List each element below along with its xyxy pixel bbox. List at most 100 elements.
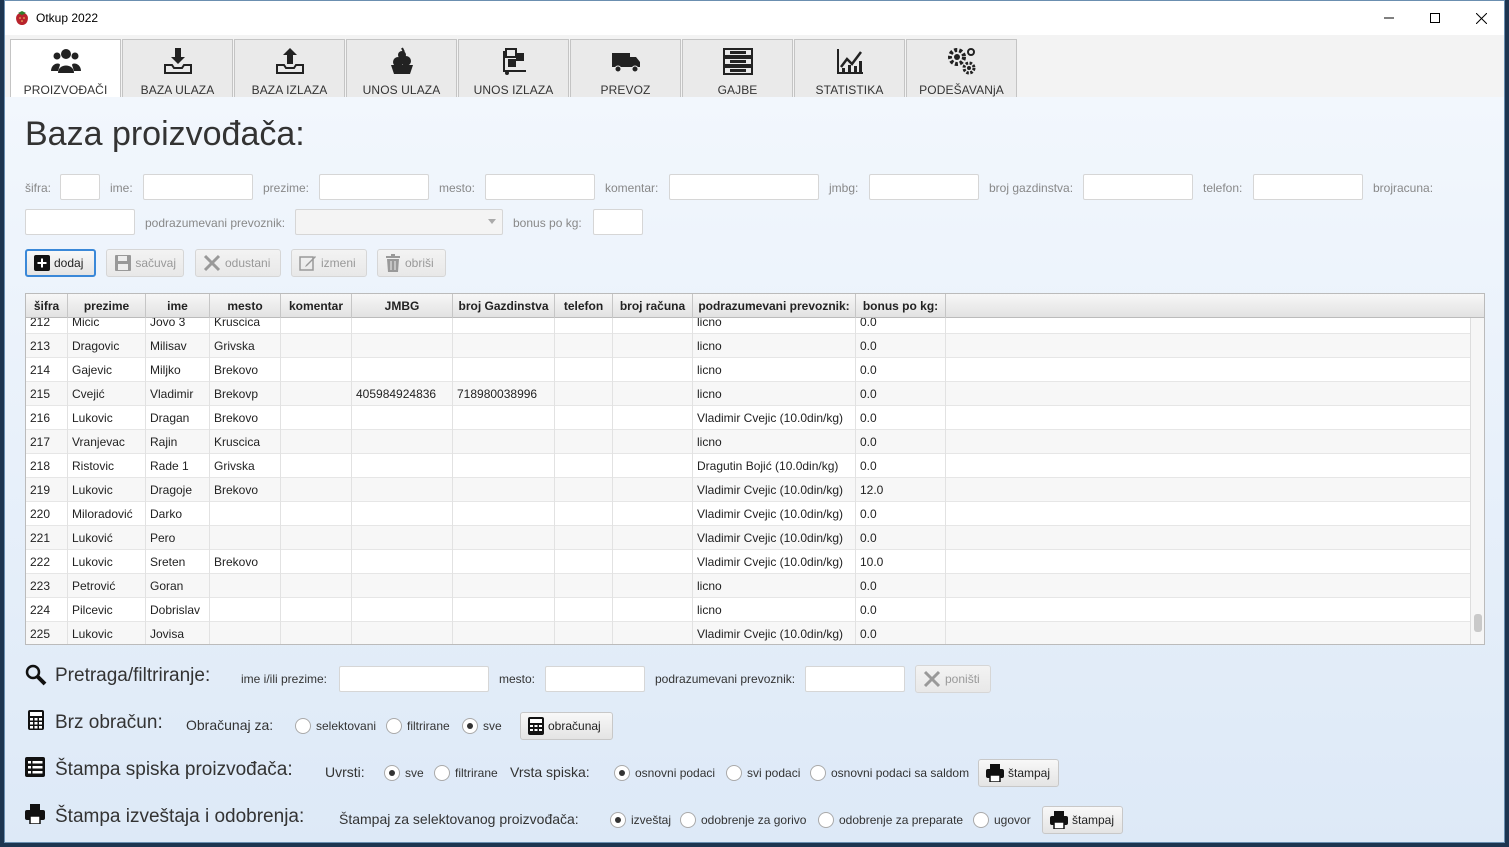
mesto-field[interactable] (485, 174, 595, 200)
table-row[interactable]: 216 Lukovic Dragan Brekovo Vladimir Cvejic (… (26, 406, 1471, 430)
table-row[interactable]: 220 Miloradović Darko Vladimir Cvejic (10.0… (26, 502, 1471, 526)
print-list-filtered-radio[interactable] (434, 765, 450, 781)
column-header-komentar[interactable]: komentar (281, 294, 352, 318)
cell-prevoznik: licno (693, 574, 856, 598)
cell-sifra: 217 (26, 430, 68, 454)
preparations-approval-label: odobrenje za preparate (839, 813, 964, 827)
ime-field[interactable] (143, 174, 253, 200)
calc-all-radio[interactable] (462, 718, 478, 734)
table-row[interactable]: 221 Luković Pero Vladimir Cvejic (10.0din/k… (26, 526, 1471, 550)
reset-filter-button[interactable]: poništi (915, 665, 991, 693)
table-row[interactable]: 215 Cvejić Vladimir Brekovp 405984924836 7189… (26, 382, 1471, 406)
close-button[interactable] (1458, 1, 1504, 35)
izmeni-button[interactable]: izmeni (291, 249, 367, 277)
telefon-field[interactable] (1253, 174, 1363, 200)
table-row[interactable]: 213 Dragovic Milisav Grivska licno 0.0 (26, 334, 1471, 358)
table-row[interactable]: 223 Petrović Goran licno 0.0 (26, 574, 1471, 598)
komentar-field[interactable] (669, 174, 819, 200)
table-row[interactable]: 214 Gajevic Miljko Brekovo licno 0.0 (26, 358, 1471, 382)
print-list-full-radio[interactable] (726, 765, 742, 781)
jmbg-field[interactable] (869, 174, 979, 200)
cell-ime: Vladimir (146, 382, 210, 406)
tab-label: PODEŠAVANjA (919, 83, 1004, 97)
tab-podesavanja[interactable]: PODEŠAVANjA (906, 39, 1017, 97)
print-list-all-radio[interactable] (384, 765, 400, 781)
cell-prezime: Pilcevic (68, 598, 146, 622)
cell-telefon (555, 598, 613, 622)
cell-komentar (281, 454, 352, 478)
prevoznik-combo[interactable] (295, 209, 503, 235)
obrisi-label: obriši (405, 256, 434, 270)
calc-filtered-radio[interactable] (386, 718, 402, 734)
sacuvaj-button[interactable]: sačuvaj (106, 249, 184, 277)
odustani-button[interactable]: odustani (195, 249, 281, 277)
tab-baza-izlaza[interactable]: BAZA IZLAZA (234, 39, 345, 97)
prezime-field[interactable] (319, 174, 429, 200)
print-list-include-label: Uvrsti: (325, 764, 365, 780)
maximize-button[interactable] (1412, 1, 1458, 35)
column-header-sifra[interactable]: šifra (26, 294, 68, 318)
cell-broj-racuna (613, 334, 693, 358)
column-header-prezime[interactable]: prezime (68, 294, 146, 318)
table-row[interactable]: 219 Lukovic Dragoje Brekovo Vladimir Cvejic … (26, 478, 1471, 502)
search-prevoznik-input[interactable] (805, 666, 905, 692)
tab-unos-izlaza[interactable]: UNOS IZLAZA (458, 39, 569, 97)
column-header-jmbg[interactable]: JMBG (352, 294, 453, 318)
cell-sifra: 212 (26, 318, 68, 334)
search-name-input[interactable] (339, 666, 489, 692)
cell-mesto (210, 502, 281, 526)
cell-komentar (281, 574, 352, 598)
sifra-field[interactable] (60, 174, 100, 200)
table-row[interactable]: 225 Lukovic Jovisa Vladimir Cvejic (10.0din… (26, 622, 1471, 644)
calc-title: Brz obračun: (55, 712, 163, 733)
contract-radio[interactable] (973, 812, 989, 828)
producers-table: šifra prezime ime mesto komentar JMBG broj Gaz… (25, 293, 1485, 645)
tab-unos-ulaza[interactable]: UNOS ULAZA (346, 39, 457, 97)
table-row[interactable]: 224 Pilcevic Dobrislav licno 0.0 (26, 598, 1471, 622)
scrollbar-thumb[interactable] (1474, 614, 1482, 632)
window-controls (1366, 1, 1504, 35)
calculate-button[interactable]: obračunaj (520, 712, 613, 740)
cell-telefon (555, 550, 613, 574)
column-header-broj-gazdinstva[interactable]: broj Gazdinstva (453, 294, 555, 318)
column-header-telefon[interactable]: telefon (555, 294, 613, 318)
preparations-approval-radio[interactable] (818, 812, 834, 828)
column-header-ime[interactable]: ime (146, 294, 210, 318)
print-report-button[interactable]: štampaj (1042, 806, 1123, 834)
print-list-button[interactable]: štampaj (978, 759, 1059, 787)
table-row[interactable]: 222 Lukovic Sreten Brekovo Vladimir Cvejic (… (26, 550, 1471, 574)
table-row[interactable]: 217 Vranjevac Rajin Kruscica licno 0.0 (26, 430, 1471, 454)
tab-gajbe[interactable]: GAJBE (682, 39, 793, 97)
table-row[interactable]: 212 Micic Jovo 3 Kruscica licno 0.0 (26, 318, 1471, 334)
print-list-basic-radio[interactable] (614, 765, 630, 781)
cell-sifra: 225 (26, 622, 68, 644)
cell-prevoznik: Vladimir Cvejic (10.0din/kg) (693, 622, 856, 644)
cell-ime: Pero (146, 526, 210, 550)
calc-selected-radio[interactable] (295, 718, 311, 734)
column-header-mesto[interactable]: mesto (210, 294, 281, 318)
cell-broj-gazdinstva (453, 478, 555, 502)
tab-prevoz[interactable]: PREVOZ (570, 39, 681, 97)
search-prevoznik-label: podrazumevani prevoznik: (655, 672, 796, 686)
column-header-bonus[interactable]: bonus po kg: (856, 294, 946, 318)
column-header-prevoznik[interactable]: podrazumevani prevoznik: (693, 294, 856, 318)
tab-baza-ulaza[interactable]: BAZA ULAZA (122, 39, 233, 97)
report-radio[interactable] (610, 812, 626, 828)
table-row[interactable]: 218 Ristovic Rade 1 Grivska Dragutin Bojić (… (26, 454, 1471, 478)
column-header-broj-racuna[interactable]: broj računa (613, 294, 693, 318)
obrisi-button[interactable]: obriši (377, 249, 446, 277)
cell-jmbg (352, 334, 453, 358)
bonus-field[interactable] (593, 209, 643, 235)
minimize-button[interactable] (1366, 1, 1412, 35)
fuel-approval-radio[interactable] (680, 812, 696, 828)
broj-gazdinstva-field[interactable] (1083, 174, 1193, 200)
print-list-balance-radio[interactable] (810, 765, 826, 781)
cell-ime: Rajin (146, 430, 210, 454)
brojracuna-field[interactable] (25, 209, 135, 235)
tab-statistika[interactable]: STATISTIKA (794, 39, 905, 97)
search-mesto-input[interactable] (545, 666, 645, 692)
bonus-label: bonus po kg: (513, 216, 582, 230)
table-scrollbar[interactable] (1470, 318, 1484, 644)
tab-proizvodjaci[interactable]: PROIZVOĐAČI (10, 39, 121, 98)
dodaj-button[interactable]: dodaj (25, 249, 96, 277)
